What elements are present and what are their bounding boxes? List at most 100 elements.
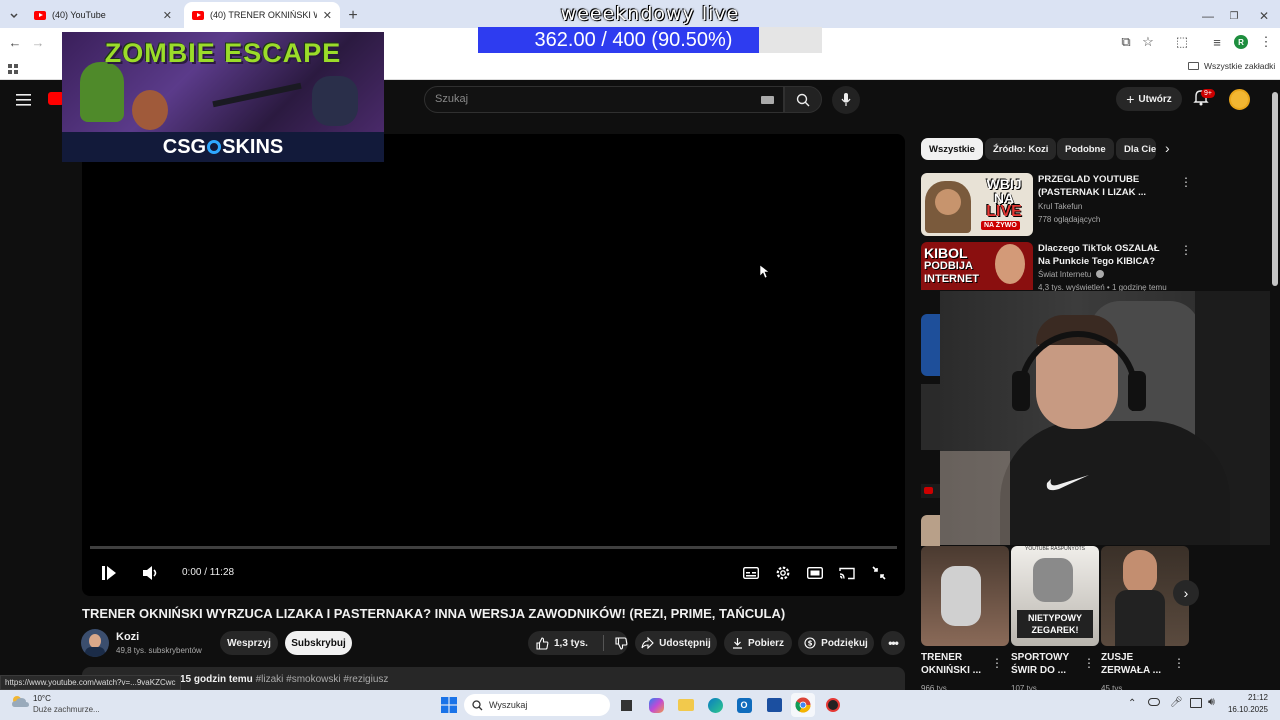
shorts-next-chevron-icon[interactable]: › [1173,580,1199,606]
rec-thumbnail[interactable]: KIBOL PODBIJA INTERNET [921,242,1033,290]
account-avatar[interactable] [1229,89,1250,110]
microsoft-store-icon[interactable] [762,693,786,717]
thumbs-up-icon[interactable] [536,636,549,650]
rec-title[interactable]: PRZEGLAD YOUTUBE (PASTERNAK I LIZAK ... [1038,173,1173,199]
volume-button[interactable] [141,563,161,583]
network-monitor-icon[interactable] [1190,698,1202,708]
video-player[interactable] [82,134,905,596]
rec-menu-kebab-icon[interactable]: ⋮ [1180,175,1192,189]
menu-kebab-icon[interactable]: ⋮ [1256,28,1276,56]
minimize-button[interactable]: — [1198,2,1218,30]
close-tab-icon[interactable]: ✕ [323,9,332,22]
onedrive-cloud-icon[interactable] [1148,698,1160,706]
thumbs-down-icon[interactable] [615,636,628,650]
hamburger-menu-icon[interactable] [16,93,32,106]
tray-chevron-up-icon[interactable]: ⌃ [1128,698,1136,709]
chip-source[interactable]: Źródło: Kozi [985,138,1057,160]
short-thumbnail[interactable] [921,546,1009,646]
speaker-icon[interactable]: 🔊︎ [1208,696,1215,709]
windows-start-icon[interactable] [437,693,461,717]
rec-channel[interactable]: Krul Takefun [1038,202,1082,211]
weather-cloud-icon[interactable] [10,694,30,708]
app-taskbar-icon[interactable] [821,693,845,717]
short-title[interactable]: ZUSJE ZERWAŁA ... [1101,651,1173,677]
donation-goal-bar: 362.00 / 400 (90.50%) [478,27,822,53]
rec-thumbnail[interactable]: WBIJ NA LIVE NA ŻYWO [921,173,1033,236]
weather-temp[interactable]: 10°C [33,694,51,703]
search-input[interactable]: Szukaj [424,86,784,113]
microphone-tray-icon[interactable]: 🎤︎ [1170,697,1183,708]
rec-channel[interactable]: Świat Internetu [1038,270,1104,279]
cast-button[interactable] [837,563,857,583]
channel-avatar[interactable] [81,629,109,657]
profile-avatar[interactable]: R [1234,35,1248,49]
rec-thumbnail[interactable] [921,314,940,376]
clock-date[interactable]: 16.10.2025 [1222,705,1268,714]
chip-all[interactable]: Wszystkie [921,138,983,160]
rec-meta: 4,3 tys. wyświetleń • 1 godzinę temu [1038,283,1167,291]
more-actions-button[interactable]: ••• [881,631,905,655]
video-progress-bar[interactable] [90,546,897,549]
theater-mode-button[interactable] [805,563,825,583]
thanks-button[interactable]: $ Podziękuj [798,631,874,655]
clock-time[interactable]: 21:12 [1232,693,1268,702]
copilot-icon[interactable] [644,693,668,717]
support-button[interactable]: Wesprzyj [220,631,278,655]
taskbar-search-input[interactable]: Wyszukaj [464,694,610,716]
tab-search-icon[interactable] [4,2,24,30]
settings-button[interactable] [773,563,793,583]
tab-title: (40) TRENER OKNIŃSKI WYRZU [210,10,317,20]
short-title[interactable]: TRENER OKNIŃSKI ... [921,651,993,677]
tab-video[interactable]: (40) TRENER OKNIŃSKI WYRZU ✕ [184,2,340,28]
rec-thumbnail[interactable] [921,515,940,546]
maximize-button[interactable]: ❐ [1224,2,1244,30]
chip-for-you[interactable]: Dla Cie [1116,138,1156,160]
forward-arrow-icon[interactable]: → [28,28,48,56]
download-icon [732,638,742,649]
chip-related[interactable]: Podobne [1057,138,1114,160]
short-thumbnail[interactable]: YOUTUBE RASPUNYOTS NIETYPOWY ZEGAREK! [1011,546,1099,646]
back-arrow-icon[interactable]: ← [5,28,25,56]
rec-menu-kebab-icon[interactable]: ⋮ [1180,243,1192,257]
chrome-taskbar-icon[interactable] [791,693,815,717]
install-app-icon[interactable]: ⧉ [1116,28,1136,56]
subtitles-button[interactable] [741,563,761,583]
play-pause-button[interactable] [98,563,120,583]
new-tab-button[interactable]: + [343,2,363,30]
short-menu-kebab-icon[interactable]: ⋮ [991,656,1003,670]
hashtags[interactable]: #lizaki #smokowski #rezigiusz [256,674,389,685]
task-view-icon[interactable] [614,693,638,717]
share-label: Udostępnij [659,637,711,649]
apps-grid-icon[interactable] [8,62,19,74]
short-menu-kebab-icon[interactable]: ⋮ [1173,656,1185,670]
short-menu-kebab-icon[interactable]: ⋮ [1083,656,1095,670]
close-window-button[interactable]: ✕ [1254,2,1274,30]
channel-name[interactable]: Kozi [116,631,139,643]
all-bookmarks-folder[interactable]: Wszystkie zakładki [1188,61,1275,71]
exit-fullscreen-button[interactable] [869,563,889,583]
extensions-icon[interactable]: ⬚ [1172,28,1192,56]
file-explorer-icon[interactable] [674,693,698,717]
like-count[interactable]: 1,3 tys. [554,638,588,649]
keyboard-icon[interactable] [761,96,774,104]
weather-desc[interactable]: Duże zachmurze... [33,705,100,714]
bookmark-star-icon[interactable]: ☆ [1138,28,1158,56]
scrollbar-thumb[interactable] [1272,92,1278,286]
tab-youtube-home[interactable]: (40) YouTube ✕ [26,2,180,28]
short-title[interactable]: SPORTOWY ŚWIR DO ... [1011,651,1083,677]
create-button[interactable]: + Utwórz [1116,87,1182,111]
rec-thumbnail[interactable] [921,384,940,450]
share-button[interactable]: Udostępnij [635,631,717,655]
edge-browser-icon[interactable] [703,693,727,717]
search-button[interactable] [784,86,822,113]
voice-search-button[interactable] [832,86,860,114]
chips-next-chevron-icon[interactable]: › [1165,140,1170,156]
rec-thumbnail[interactable] [921,484,940,498]
tab-search-list-icon[interactable]: ≡ [1207,28,1227,56]
outlook-icon[interactable]: O [732,693,756,717]
download-button[interactable]: Pobierz [724,631,792,655]
subscribe-button[interactable]: Subskrybuj [285,631,352,655]
close-tab-icon[interactable]: ✕ [163,9,172,22]
rec-title[interactable]: Dlaczego TikTok OSZALAŁ Na Punkcie Tego … [1038,242,1173,268]
verified-check-icon [1095,270,1104,278]
